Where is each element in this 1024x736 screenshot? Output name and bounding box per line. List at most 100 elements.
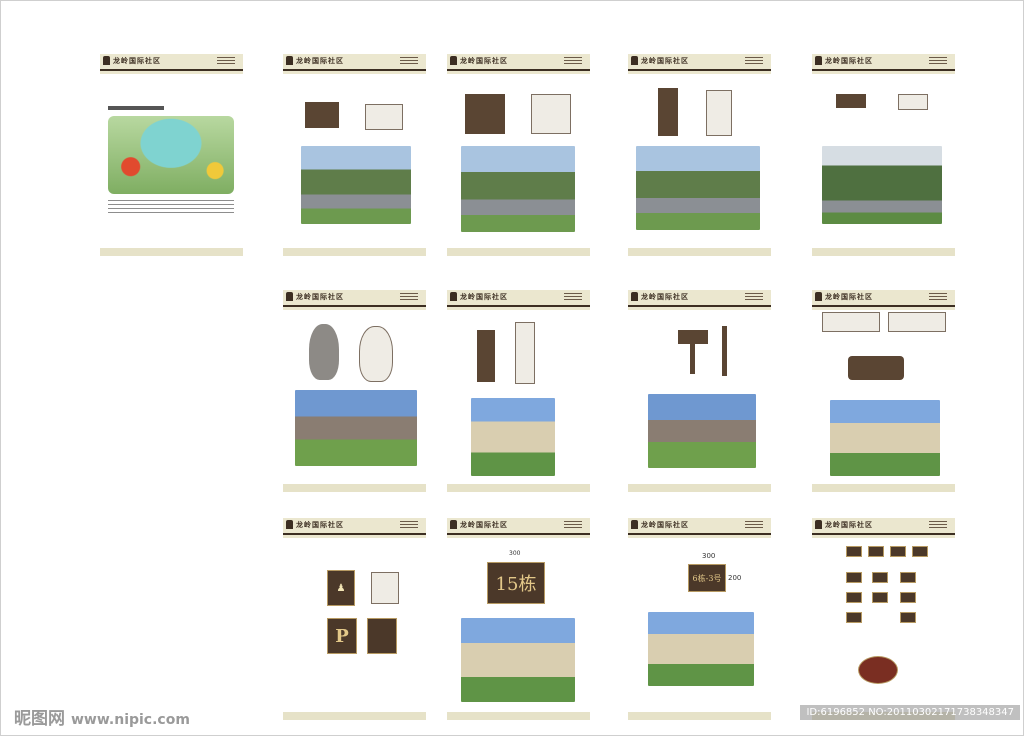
- logo-text: 龙岭国际社区: [296, 293, 344, 301]
- page-header: 龙岭国际社区: [628, 54, 771, 74]
- sign-render-photo: [648, 394, 756, 468]
- catalog-plaque-10: [900, 592, 916, 603]
- post-sign-pole: [690, 344, 695, 374]
- sign-render-photo: [301, 146, 411, 224]
- logo-text: 龙岭国际社区: [296, 57, 344, 65]
- logo-icon: [103, 56, 110, 65]
- page-header: 龙岭国际社区: [447, 54, 590, 74]
- page-column-sign: 龙岭国际社区: [447, 290, 590, 492]
- page-header: 龙岭国际社区: [812, 290, 955, 310]
- catalog-plaque-2: [868, 546, 884, 557]
- site-plan-map: [108, 116, 234, 194]
- oval-plaque: [858, 656, 898, 684]
- plaque-width-label: 300: [509, 550, 521, 557]
- logo-text: 龙岭国际社区: [641, 521, 689, 529]
- info-plaque: [367, 618, 397, 654]
- lawn-sign-drawing-1: [822, 312, 880, 332]
- site-watermark: 昵图网 www.nipic.com: [14, 704, 190, 729]
- image-id-badge: ID:6196852 NO:20110302171738348347: [800, 705, 1020, 720]
- logo-icon: [286, 520, 293, 529]
- page-footer: [812, 484, 955, 492]
- page-footer: [283, 248, 426, 256]
- page-header: 龙岭国际社区: [100, 54, 243, 74]
- logo-text: 龙岭国际社区: [641, 293, 689, 301]
- page-header: 龙岭国际社区: [628, 518, 771, 538]
- page-post-sign: 龙岭国际社区: [628, 290, 771, 492]
- page-footer: [100, 248, 243, 256]
- page-lawn-sign: 龙岭国际社区: [812, 290, 955, 492]
- header-note: [564, 293, 582, 300]
- page-stone-sign: 龙岭国际社区: [283, 290, 426, 492]
- page-footer: [447, 712, 590, 720]
- header-note: [400, 521, 418, 528]
- page-service-plaques: 龙岭国际社区 ♟ P: [283, 518, 426, 720]
- stone-sign-drawing: [309, 324, 339, 380]
- logo-text: 龙岭国际社区: [460, 521, 508, 529]
- catalog-plaque-8: [846, 592, 862, 603]
- page-footer: [628, 712, 771, 720]
- watermark-url: www.nipic.com: [71, 712, 190, 728]
- header-note: [745, 521, 763, 528]
- house-number-text: 6栋-3号: [692, 573, 722, 583]
- page-header: 龙岭国际社区: [283, 54, 426, 74]
- page-entrance-sign-1: 龙岭国际社区: [283, 54, 426, 256]
- logo-icon: [286, 292, 293, 301]
- parking-letter: P: [335, 625, 349, 647]
- page-header: 龙岭国际社区: [812, 518, 955, 538]
- logo-icon: [631, 292, 638, 301]
- sign-render-photo: [830, 400, 940, 476]
- logo-icon: [815, 292, 822, 301]
- page-footer: [447, 484, 590, 492]
- header-note: [217, 57, 235, 64]
- plaque-height-label: 200: [728, 574, 742, 582]
- logo-icon: [286, 56, 293, 65]
- header-note: [929, 521, 947, 528]
- logo-icon: [815, 56, 822, 65]
- direction-post-elevation: [706, 90, 732, 136]
- logo-text: 龙岭国际社区: [296, 521, 344, 529]
- column-sign-drawing: [477, 330, 495, 382]
- logo-icon: [450, 520, 457, 529]
- logo-text: 龙岭国际社区: [825, 57, 873, 65]
- post-sign-side-view: [722, 326, 727, 376]
- header-note: [400, 293, 418, 300]
- stone-sign-elevation: [359, 326, 393, 382]
- header-note: [564, 57, 582, 64]
- page-header: 龙岭国际社区: [283, 290, 426, 310]
- plaque-width-label: 300: [702, 552, 716, 560]
- sign-render-photo: [822, 146, 942, 224]
- header-note: [929, 57, 947, 64]
- page-footer: [447, 248, 590, 256]
- header-note: [745, 293, 763, 300]
- catalog-plaque-11: [846, 612, 862, 623]
- parking-plaque: P: [327, 618, 357, 654]
- page-building-number: 龙岭国际社区 300 15栋: [447, 518, 590, 720]
- page-header: 龙岭国际社区: [447, 290, 590, 310]
- catalog-plaque-5: [846, 572, 862, 583]
- logo-icon: [631, 56, 638, 65]
- restroom-plaque: ♟: [327, 570, 355, 606]
- page-plaque-catalog: 龙岭国际社区: [812, 518, 955, 720]
- page-site-map: 龙岭国际社区: [100, 54, 243, 256]
- sign-drawing-elevation: [531, 94, 571, 134]
- person-icon: ♟: [336, 582, 346, 594]
- page-footer: [628, 484, 771, 492]
- page-footer: [812, 248, 955, 256]
- sign-render-photo: [461, 146, 575, 232]
- catalog-plaque-9: [872, 592, 888, 603]
- house-number-plaque: 6栋-3号: [688, 564, 726, 592]
- catalog-plaque-4: [912, 546, 928, 557]
- sign-render-photo: [295, 390, 417, 466]
- sign-render-photo: [471, 398, 555, 476]
- parking-sign-drawing: [836, 94, 866, 108]
- catalog-plaque-1: [846, 546, 862, 557]
- map-title: [108, 106, 164, 110]
- catalog-plaque-12: [900, 612, 916, 623]
- header-note: [745, 57, 763, 64]
- logo-icon: [631, 520, 638, 529]
- direction-post-drawing: [658, 88, 678, 136]
- sign-render-photo: [461, 618, 575, 702]
- sign-drawing-front: [305, 102, 339, 128]
- map-legend: [108, 200, 234, 214]
- catalog-plaque-7: [900, 572, 916, 583]
